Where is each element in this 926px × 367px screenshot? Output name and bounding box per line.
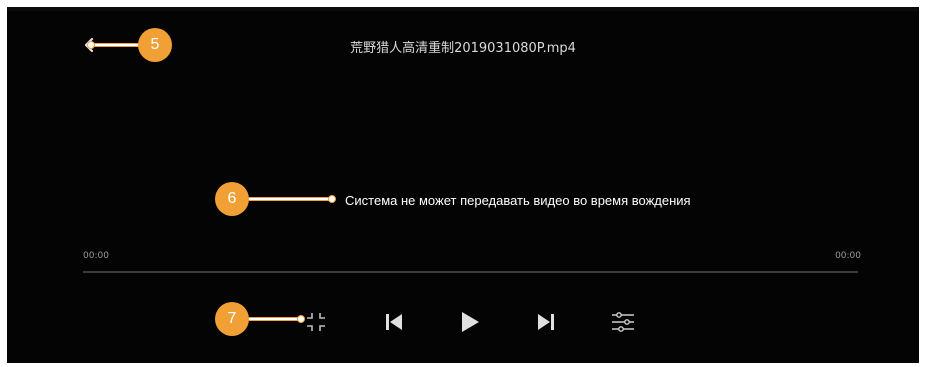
top-border xyxy=(7,7,919,11)
progress-bar[interactable] xyxy=(83,271,858,273)
play-icon xyxy=(462,312,479,332)
annotation-7-line xyxy=(243,317,303,321)
annotation-7-dot xyxy=(297,315,305,323)
previous-button[interactable] xyxy=(379,307,409,337)
total-time: 00:00 xyxy=(835,251,861,261)
video-player: 荒野猎人高清重制2019031080P.mp4 Система не может… xyxy=(7,7,919,363)
play-button[interactable] xyxy=(454,307,484,337)
annotation-5-line xyxy=(90,43,140,47)
exit-fullscreen-icon xyxy=(307,313,325,331)
exit-fullscreen-button[interactable] xyxy=(301,307,331,337)
annotation-6-line xyxy=(243,197,333,201)
annotation-6-dot xyxy=(328,195,336,203)
next-button[interactable] xyxy=(531,307,561,337)
annotation-5-badge: 5 xyxy=(138,28,172,62)
settings-sliders-icon xyxy=(612,312,634,332)
driving-warning-message: Система не может передавать видео во вре… xyxy=(345,193,691,208)
annotation-5-dot xyxy=(87,41,95,49)
annotation-7-badge: 7 xyxy=(215,302,249,336)
next-icon xyxy=(538,314,554,330)
previous-icon xyxy=(386,314,402,330)
current-time: 00:00 xyxy=(83,251,109,261)
annotation-6-badge: 6 xyxy=(215,182,249,216)
settings-button[interactable] xyxy=(608,307,638,337)
